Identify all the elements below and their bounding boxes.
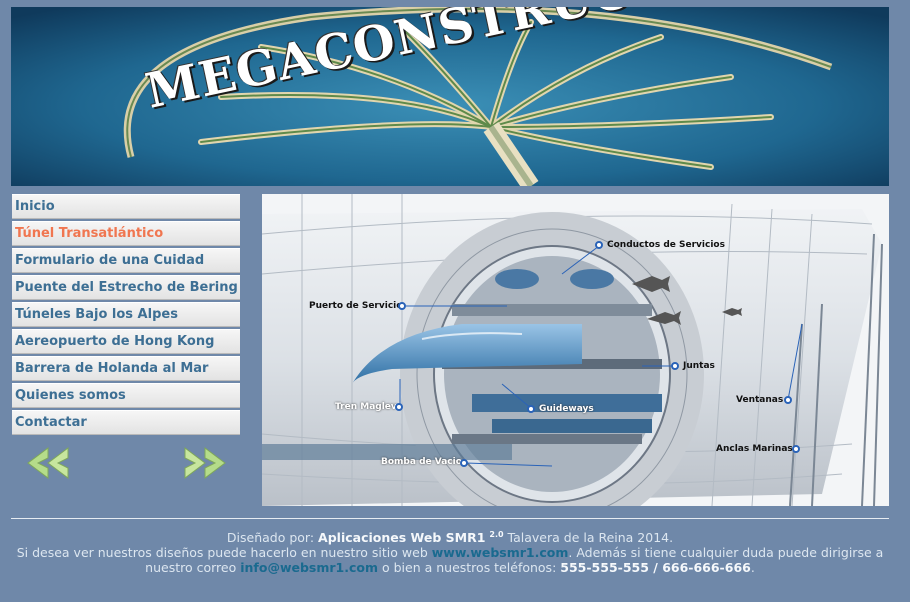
menu-item-formulario-de-una-cuidad[interactable]: Formulario de una Cuidad xyxy=(12,248,240,273)
header-banner: MEGACONSTRUCCIONES xyxy=(11,7,889,186)
label-puerto: Puerto de Servicio xyxy=(309,301,403,311)
website-link[interactable]: www.websmr1.com xyxy=(432,545,569,560)
footer-line3-prefix: nuestro correo xyxy=(145,560,241,576)
double-chevron-left-icon xyxy=(27,447,69,479)
page: MEGACONSTRUCCIONES InicioTúnel Transatlá… xyxy=(0,0,910,602)
menu-item-quienes-somos[interactable]: Quienes somos xyxy=(12,383,240,408)
label-juntas: Juntas xyxy=(683,361,715,371)
prev-arrow-button[interactable] xyxy=(26,446,70,484)
next-arrow-button[interactable] xyxy=(183,446,227,484)
label-bomba: Bomba de Vacio xyxy=(381,457,462,467)
anclas-marker xyxy=(792,445,800,453)
footer-line3-mid: o bien a nuestros teléfonos: xyxy=(378,560,561,576)
footer-line2-prefix: Si desea ver nuestros diseños puede hace… xyxy=(16,545,432,561)
label-anclas: Anclas Marinas xyxy=(716,444,793,454)
tunnel-illustration: Conductos de Servicios Puerto de Servici… xyxy=(262,194,889,506)
guideways-marker xyxy=(527,405,535,413)
footer-phones: 555-555-555 / 666-666-666 xyxy=(560,560,751,576)
menu-item-tuneles-bajo-los-alpes[interactable]: Túneles Bajo los Alpes xyxy=(12,302,240,327)
footer-line3-end: . xyxy=(750,560,755,576)
footer-line-3: nuestro correo info@websmr1.com o bien a… xyxy=(11,560,889,575)
footer-line-1: Diseñado por: Aplicaciones Web SMR1 2.0 … xyxy=(11,527,889,545)
menu-item-barrera-de-holanda-al-mar[interactable]: Barrera de Holanda al Mar xyxy=(12,356,240,381)
footer-designed-suffix: Talavera de la Reina 2014. xyxy=(503,530,674,546)
tren-marker xyxy=(395,403,403,411)
footer: Diseñado por: Aplicaciones Web SMR1 2.0 … xyxy=(11,527,889,575)
menu-item-contactar[interactable]: Contactar xyxy=(12,410,240,435)
menu-item-puente-del-estrecho-de-bering[interactable]: Puente del Estrecho de Bering xyxy=(12,275,240,300)
conductos-marker xyxy=(595,241,603,249)
tunnel-drawing xyxy=(262,194,889,506)
footer-version: 2.0 xyxy=(489,530,504,539)
label-tren: Tren Maglev xyxy=(335,402,397,412)
footer-line-2: Si desea ver nuestros diseños puede hace… xyxy=(11,545,889,560)
label-ventanas: Ventanas xyxy=(736,395,784,405)
label-conductos: Conductos de Servicios xyxy=(607,240,725,250)
footer-designer: Aplicaciones Web SMR1 xyxy=(318,530,486,546)
ventanas-marker xyxy=(784,396,792,404)
menu-item-inicio[interactable]: Inicio xyxy=(12,194,240,219)
bomba-marker xyxy=(460,459,468,467)
footer-designed-prefix: Diseñado por: xyxy=(226,530,319,546)
juntas-marker xyxy=(671,362,679,370)
menu-item-aereopuerto-de-hong-kong[interactable]: Aereopuerto de Hong Kong xyxy=(12,329,240,354)
footer-line2-suffix: . Además si tiene cualquier duda puede d… xyxy=(568,545,884,561)
footer-divider xyxy=(11,518,889,519)
puerto-marker xyxy=(398,302,406,310)
label-guideways: Guideways xyxy=(539,404,594,414)
double-chevron-right-icon xyxy=(184,447,226,479)
menu-item-tunel-transatlantico[interactable]: Túnel Transatlántico xyxy=(12,221,240,246)
sidebar-menu: Inicio Túnel Transatlántico Formulario de … xyxy=(12,194,240,437)
email-link[interactable]: info@websmr1.com xyxy=(240,560,378,575)
